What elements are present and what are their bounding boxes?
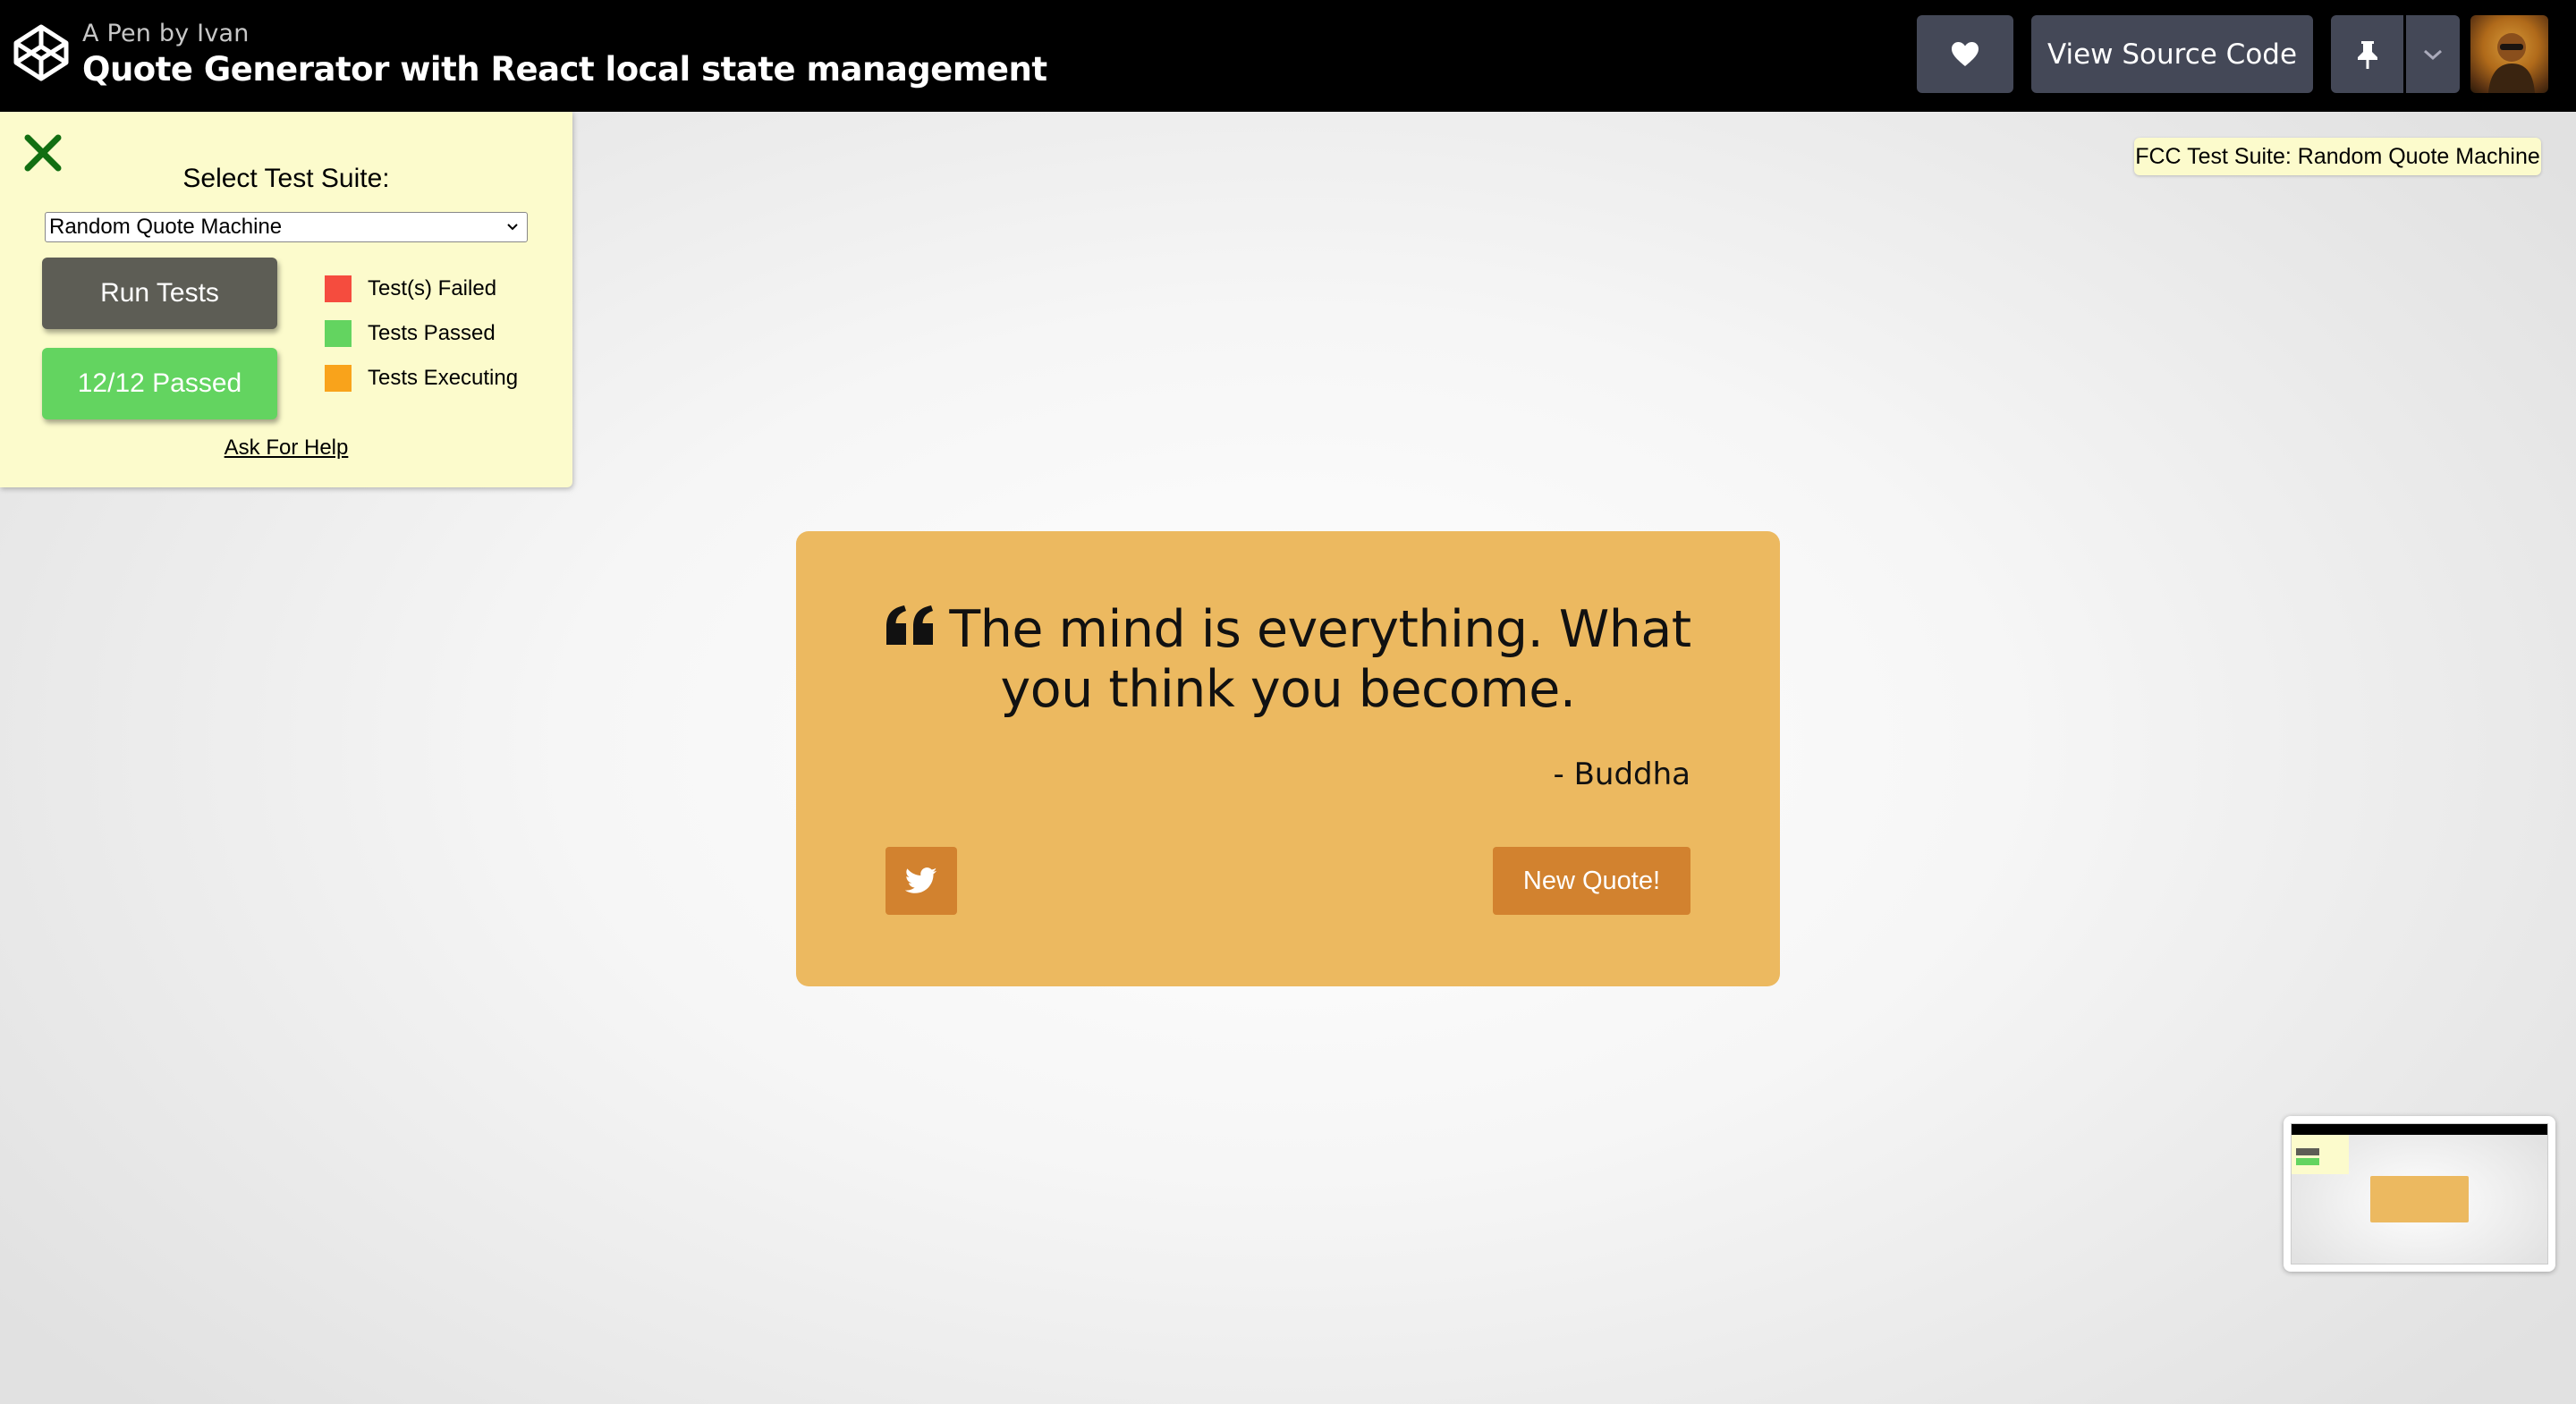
quote-author: - Buddha <box>1553 757 1691 792</box>
pen-author[interactable]: A Pen by Ivan <box>82 20 250 47</box>
preview-quote-card <box>2370 1176 2469 1222</box>
heart-button[interactable] <box>1917 15 2013 93</box>
quote-left-icon <box>886 605 934 645</box>
run-tests-button[interactable]: Run Tests <box>42 258 277 329</box>
codepen-logo-icon[interactable] <box>13 23 70 82</box>
pin-menu-button[interactable] <box>2406 15 2460 93</box>
view-source-button[interactable]: View Source Code <box>2031 15 2313 93</box>
select-suite-label: Select Test Suite: <box>182 164 390 193</box>
chevron-down-icon <box>507 224 518 231</box>
fcc-test-suite-badge: FCC Test Suite: Random Quote Machine <box>2134 138 2541 175</box>
executing-swatch <box>325 365 352 392</box>
pen-title: Quote Generator with React local state m… <box>82 50 1047 89</box>
quote-box: The mind is everything. What you think y… <box>796 531 1780 986</box>
preview-topbar <box>2292 1124 2547 1135</box>
legend-passed: Tests Passed <box>325 320 496 347</box>
heart-icon <box>1952 42 1979 66</box>
failed-swatch <box>325 275 352 302</box>
twitter-icon <box>905 867 937 893</box>
preview-passed-button <box>2296 1158 2319 1165</box>
test-suite-select[interactable]: Random Quote Machine <box>45 212 528 242</box>
quote-text: The mind is everything. What you think y… <box>949 600 1691 719</box>
legend-label: Tests Executing <box>368 366 519 390</box>
pin-icon <box>2357 40 2377 69</box>
avatar-image <box>2488 33 2535 93</box>
fcc-test-panel: Select Test Suite: Random Quote Machine … <box>0 112 572 487</box>
legend-label: Test(s) Failed <box>368 276 497 300</box>
passed-swatch <box>325 320 352 347</box>
preview-run-button <box>2296 1148 2319 1155</box>
tweet-quote-button[interactable] <box>886 847 957 915</box>
legend-executing: Tests Executing <box>325 365 518 392</box>
pin-button[interactable] <box>2331 15 2403 93</box>
quote-text-block: The mind is everything. What you think y… <box>850 600 1726 720</box>
selected-suite: Random Quote Machine <box>49 215 283 239</box>
codepen-header: A Pen by Ivan Quote Generator with React… <box>0 0 2576 112</box>
legend-failed: Test(s) Failed <box>325 275 496 302</box>
new-quote-button[interactable]: New Quote! <box>1493 847 1690 915</box>
page-preview-thumbnail[interactable] <box>2284 1116 2555 1272</box>
preview-canvas <box>2291 1123 2548 1264</box>
legend-label: Tests Passed <box>368 321 496 345</box>
ask-for-help-link[interactable]: Ask For Help <box>0 436 572 461</box>
tests-passed-button[interactable]: 12/12 Passed <box>42 348 277 419</box>
user-avatar[interactable] <box>2470 15 2548 93</box>
chevron-down-icon <box>2424 49 2442 60</box>
